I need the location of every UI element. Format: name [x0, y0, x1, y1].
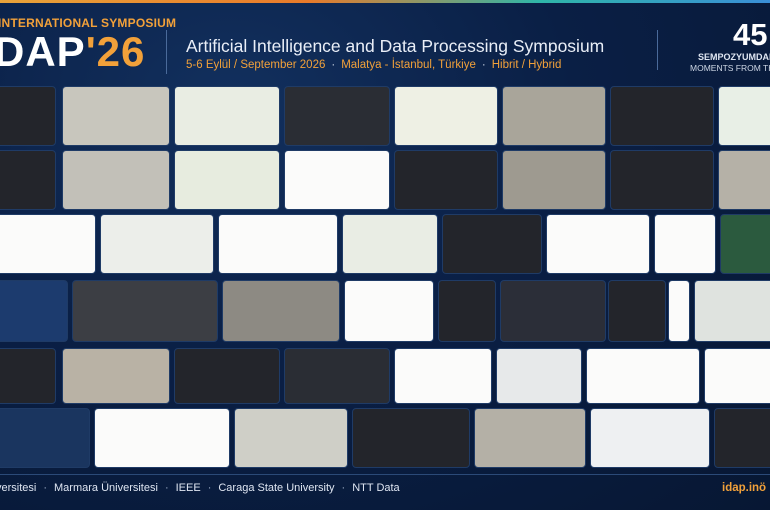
collage-tile	[442, 214, 542, 274]
collage-tile	[694, 280, 770, 342]
collage-tile	[222, 280, 340, 342]
header-divider	[166, 30, 167, 74]
collage-tile	[704, 348, 770, 404]
moments-label-tr: SEMPOZYUMDAN	[698, 52, 770, 62]
symposium-title: Artificial Intelligence and Data Process…	[186, 36, 605, 56]
collage-tile	[174, 86, 280, 146]
collage-tile	[394, 348, 492, 404]
collage-tile	[394, 150, 498, 210]
event-format: Hibrit / Hybrid	[491, 59, 562, 71]
collage-tile	[720, 214, 770, 274]
event-dates: 5-6 Eylül / September 2026	[186, 59, 326, 71]
collage-tile	[718, 86, 770, 146]
badge-divider	[657, 30, 658, 70]
collage-tile	[496, 348, 582, 404]
collage-tile	[546, 214, 650, 274]
collage-tile	[394, 86, 498, 146]
collage-tile	[0, 150, 56, 210]
collage-tile	[438, 280, 496, 342]
collage-tile	[0, 348, 56, 404]
collage-tile	[344, 280, 434, 342]
website-url: idap.inö	[722, 482, 767, 494]
top-accent-stripe	[0, 0, 770, 3]
collage-tile	[586, 348, 700, 404]
partner-list: versitesi · Marmara Üniversitesi · IEEE · Cara…	[0, 482, 400, 494]
collage-tile	[714, 408, 770, 468]
collage-tile	[502, 86, 606, 146]
collage-tile	[590, 408, 710, 468]
collage-tile	[610, 150, 714, 210]
logo-year: '26	[85, 28, 146, 75]
collage-tile	[174, 150, 280, 210]
idap-logo: DAP'26	[0, 28, 145, 76]
collage-tile	[62, 150, 170, 210]
collage-tile	[174, 348, 280, 404]
collage-tile	[654, 214, 716, 274]
collage-tile	[62, 86, 170, 146]
collage-tile	[610, 86, 714, 146]
collage-tile	[668, 280, 690, 342]
collage-tile	[284, 348, 390, 404]
collage-tile	[342, 214, 438, 274]
partner-item: versitesi	[0, 482, 37, 494]
collage-tile	[0, 408, 90, 468]
moments-collage	[0, 84, 770, 470]
event-location: Malatya - İstanbul, Türkiye	[341, 59, 476, 71]
collage-tile	[502, 150, 606, 210]
footer-divider	[0, 474, 770, 475]
collage-tile	[72, 280, 218, 342]
collage-tile	[474, 408, 586, 468]
collage-tile	[284, 86, 390, 146]
collage-tile	[718, 150, 770, 210]
collage-tile	[608, 280, 666, 342]
collage-tile	[284, 150, 390, 210]
symposium-subtitle: 5-6 Eylül / September 2026 · Malatya - İst…	[186, 59, 562, 71]
logo-main: DAP	[0, 28, 86, 75]
partner-item: Marmara Üniversitesi	[54, 482, 158, 494]
collage-tile	[0, 86, 56, 146]
collage-tile	[352, 408, 470, 468]
collage-tile	[0, 280, 68, 342]
partner-item: IEEE	[175, 482, 201, 494]
collage-tile	[218, 214, 338, 274]
collage-tile	[62, 348, 170, 404]
collage-tile	[0, 214, 96, 274]
collage-tile	[94, 408, 230, 468]
moments-count: 45	[733, 17, 768, 52]
moments-label-en: MOMENTS FROM THE	[690, 63, 770, 73]
collage-tile	[500, 280, 606, 342]
collage-tile	[100, 214, 214, 274]
partner-item: NTT Data	[352, 482, 400, 494]
collage-tile	[234, 408, 348, 468]
partner-item: Caraga State University	[218, 482, 335, 494]
